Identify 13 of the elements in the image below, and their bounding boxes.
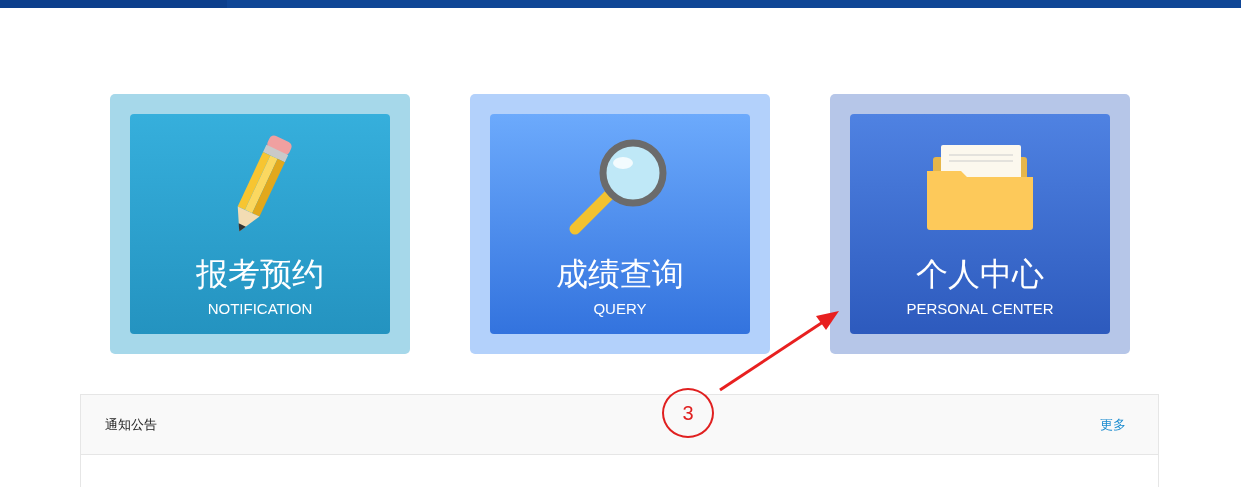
card-subtitle: PERSONAL CENTER <box>906 300 1054 317</box>
menu-card[interactable]: 报考预约 NOTIFICATION <box>130 114 390 334</box>
menu-card[interactable]: 个人中心 PERSONAL CENTER <box>850 114 1110 334</box>
menu-card[interactable]: 成绩查询 QUERY <box>490 114 750 334</box>
card-subtitle: QUERY <box>593 300 647 317</box>
folder-icon <box>927 143 1033 231</box>
card-title: 个人中心 <box>916 255 1044 294</box>
callout-number: 3 <box>662 388 714 438</box>
card-subtitle: NOTIFICATION <box>207 300 313 317</box>
more-link[interactable]: 更多 <box>1100 415 1126 434</box>
card-title: 成绩查询 <box>556 255 684 294</box>
panel-title: 通知公告 <box>105 415 157 434</box>
card-title: 报考预约 <box>196 255 324 294</box>
